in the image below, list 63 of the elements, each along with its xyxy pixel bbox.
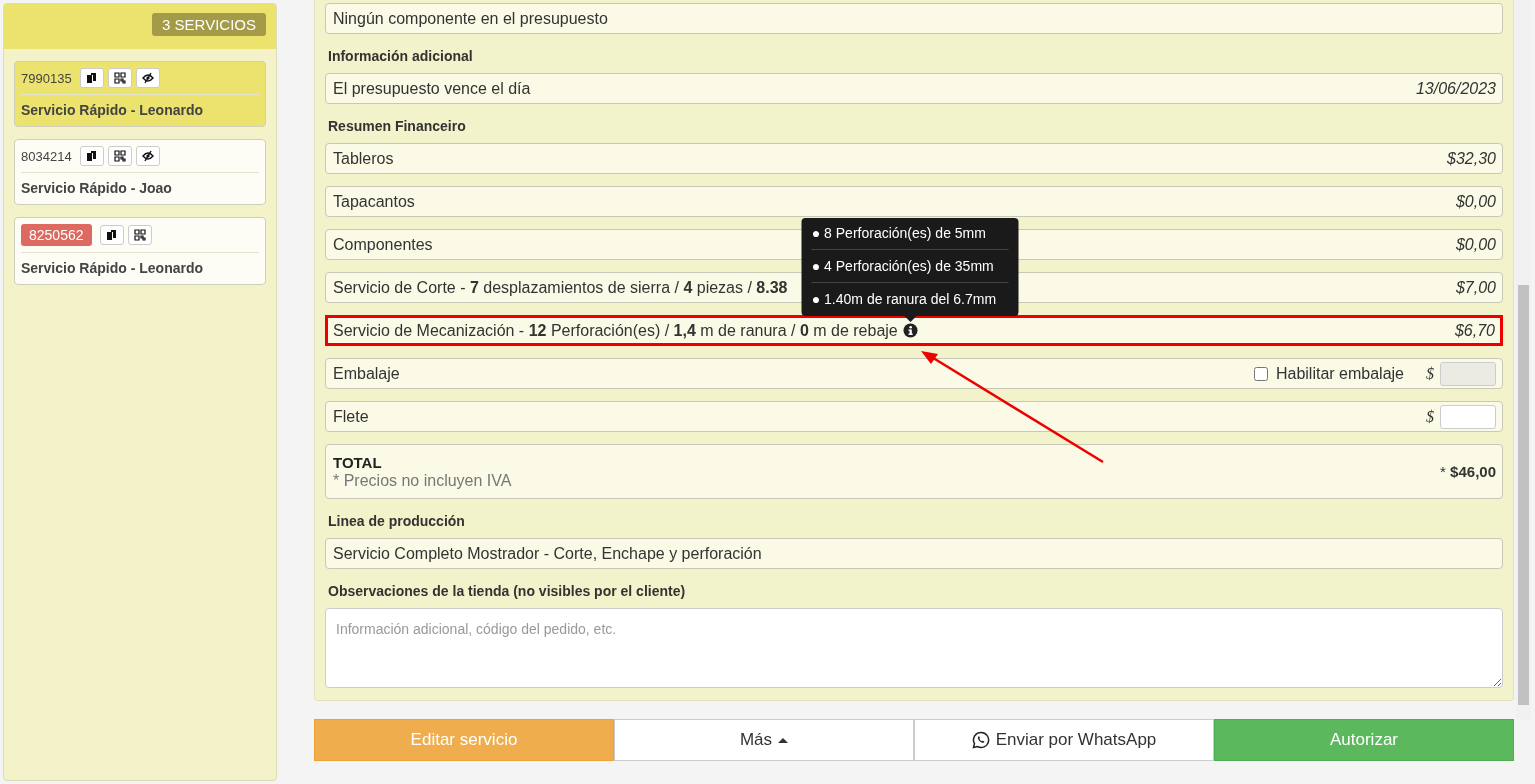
expiry-date: 13/06/2023 <box>1415 79 1496 98</box>
qr-button[interactable] <box>127 225 152 245</box>
tooltip-line: ● 4 Perforación(es) de 35mm <box>811 257 995 276</box>
summary-amount: $32,30 <box>1447 149 1496 168</box>
eye-slash-icon <box>141 72 154 84</box>
action-button[interactable]: Más <box>614 719 914 761</box>
service-name: Servicio Rápido - Leonardo <box>21 259 205 278</box>
currency-sign: $ <box>1426 407 1434 426</box>
summary-label: Servicio de Corte - 7 desplazamientos de sierra / 4 piezas / 8.38 <box>333 278 788 297</box>
notes-textarea[interactable]: Información adicional, código del pedido, etc. <box>325 608 1503 688</box>
qr-code-icon <box>113 72 126 84</box>
copy-icon <box>105 229 118 241</box>
summary-label: Flete <box>333 407 369 426</box>
caret-up-icon <box>778 737 789 743</box>
summary-amount: $0,00 <box>1455 235 1496 254</box>
section-heading: Resumen Financeiro <box>327 117 467 136</box>
service-code: 7990135 <box>21 70 72 86</box>
summary-label: Servicio de Mecanización - 12 Perforación(es) / 1,4 m de ranura / 0 m de rebaje <box>333 321 898 340</box>
service-card[interactable]: 8034214 Servicio Rápido - Joao <box>14 139 266 205</box>
summary-label: Embalaje <box>333 364 400 383</box>
currency-sign: $ <box>1426 364 1434 383</box>
qr-button[interactable] <box>107 68 132 88</box>
hide-button[interactable] <box>135 146 160 166</box>
tooltip-line: ● 1.40m de ranura del 6.7mm <box>811 290 998 309</box>
summary-amount: $6,70 <box>1454 321 1495 340</box>
section-heading: Linea de producción <box>327 512 466 531</box>
copy-button[interactable] <box>99 225 124 245</box>
service-card[interactable]: 8250562 Servicio Rápido - Leonardo <box>14 217 266 285</box>
services-count-badge: 3 SERVICIOS <box>152 13 266 36</box>
tooltip-line: ● 8 Perforación(es) de 5mm <box>811 224 987 243</box>
qr-button[interactable] <box>107 146 132 166</box>
production-line-value: Servicio Completo Mostrador - Corte, Enchape y perforación <box>333 544 762 563</box>
info-icon[interactable] <box>902 323 918 338</box>
section-heading: Observaciones de la tienda (no visibles por el cliente) <box>327 582 687 601</box>
eye-slash-icon <box>141 150 154 162</box>
section-heading: Información adicional <box>327 47 474 66</box>
components-note: Ningún componente en el presupuesto <box>333 9 608 28</box>
total-amount: *$46,00 <box>1440 463 1496 480</box>
total-label: TOTAL <box>333 453 383 471</box>
copy-icon <box>85 150 98 162</box>
whatsapp-icon <box>971 731 990 749</box>
service-code: 8250562 <box>21 224 92 246</box>
tax-note: * Precios no incluyen IVA <box>333 471 512 490</box>
summary-label: Tableros <box>333 149 394 168</box>
checkbox-label: Habilitar embalaje <box>1275 364 1404 383</box>
action-button[interactable]: Enviar por WhatsApp <box>914 719 1214 761</box>
service-name: Servicio Rápido - Leonardo <box>21 101 205 120</box>
scrollbar-thumb[interactable] <box>1518 285 1529 705</box>
copy-button[interactable] <box>79 68 104 88</box>
summary-label: Componentes <box>333 235 433 254</box>
summary-amount: $0,00 <box>1455 192 1496 211</box>
service-name: Servicio Rápido - Joao <box>21 179 173 198</box>
summary-label: Tapacantos <box>333 192 415 211</box>
expiry-label: El presupuesto vence el día <box>333 79 531 98</box>
amount-input[interactable] <box>1440 404 1496 429</box>
summary-amount: $7,00 <box>1455 278 1496 297</box>
service-code: 8034214 <box>21 148 72 164</box>
qr-code-icon <box>133 229 146 241</box>
copy-icon <box>85 72 98 84</box>
copy-button[interactable] <box>79 146 104 166</box>
qr-code-icon <box>113 150 126 162</box>
service-card[interactable]: 7990135 Servicio Rápido - Leonardo <box>14 61 266 127</box>
hide-button[interactable] <box>135 68 160 88</box>
